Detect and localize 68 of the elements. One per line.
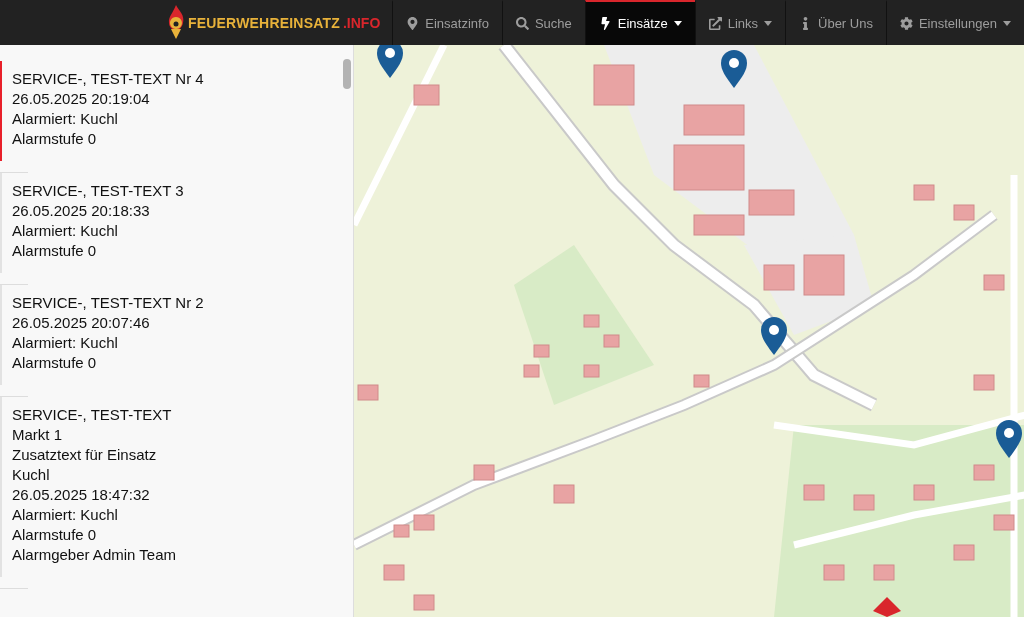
building bbox=[983, 274, 1005, 291]
incident-text: Alarmiert: Kuchl bbox=[12, 505, 119, 525]
building bbox=[473, 464, 495, 481]
lightning-bolt-icon bbox=[598, 17, 612, 30]
incident-text: Alarmstufe 0 bbox=[12, 129, 98, 149]
building bbox=[763, 264, 795, 291]
building bbox=[603, 334, 620, 348]
building bbox=[413, 594, 435, 611]
building bbox=[913, 184, 935, 201]
building bbox=[803, 484, 825, 501]
incident-text: Alarmgeber Admin Team bbox=[12, 545, 177, 565]
building bbox=[823, 564, 845, 581]
map-marker-icon[interactable] bbox=[996, 420, 1022, 458]
map-marker-icon[interactable] bbox=[761, 317, 787, 355]
building bbox=[803, 254, 845, 296]
nav-tab[interactable]: Einsätze bbox=[584, 0, 695, 45]
incident-text: Alarmiert: Kuchl bbox=[12, 333, 119, 353]
incident-text: Alarmstufe 0 bbox=[12, 525, 98, 545]
incident-text: Kuchl bbox=[12, 465, 51, 485]
logo-text: FEUERWEHREINSATZ bbox=[187, 14, 340, 31]
building bbox=[693, 374, 710, 388]
building bbox=[393, 524, 410, 538]
building bbox=[583, 364, 600, 378]
incident-text: Zusatztext für Einsatz bbox=[12, 445, 158, 465]
incident-text: 26.05.2025 20:19:04 bbox=[12, 89, 151, 109]
map-pin-icon bbox=[406, 17, 420, 30]
building bbox=[873, 564, 895, 581]
building bbox=[693, 214, 745, 236]
map-marker-icon[interactable] bbox=[377, 45, 403, 78]
building bbox=[413, 514, 435, 531]
building bbox=[583, 314, 600, 328]
building bbox=[953, 204, 975, 221]
incident-text: Alarmiert: Kuchl bbox=[12, 221, 119, 241]
building bbox=[993, 514, 1015, 531]
building bbox=[553, 484, 575, 504]
incident-text: Alarmstufe 0 bbox=[12, 353, 98, 373]
search-icon bbox=[515, 17, 529, 30]
building bbox=[413, 84, 440, 106]
building bbox=[383, 564, 405, 581]
building bbox=[973, 374, 995, 391]
map-marker-icon[interactable] bbox=[721, 50, 747, 88]
building bbox=[853, 494, 875, 511]
external-link-icon bbox=[708, 17, 722, 30]
incident-text: SERVICE-, TEST-TEXT 3 bbox=[12, 181, 185, 201]
scrollbar-thumb[interactable] bbox=[343, 59, 351, 89]
building bbox=[533, 344, 550, 358]
incident-text: SERVICE-, TEST-TEXT bbox=[12, 405, 173, 425]
flame-pin-icon bbox=[166, 4, 185, 41]
incident-text: SERVICE-, TEST-TEXT Nr 4 bbox=[12, 69, 205, 89]
building bbox=[357, 384, 379, 401]
incident-text: Alarmstufe 0 bbox=[12, 241, 98, 261]
incident-text: 26.05.2025 18:47:32 bbox=[12, 485, 151, 505]
building bbox=[913, 484, 935, 501]
incident-text: SERVICE-, TEST-TEXT Nr 2 bbox=[12, 293, 205, 313]
building bbox=[683, 104, 745, 136]
settings-icon bbox=[899, 17, 913, 30]
building bbox=[973, 464, 995, 481]
building bbox=[953, 544, 975, 561]
building bbox=[593, 64, 635, 106]
incident-text: Alarmiert: Kuchl bbox=[12, 109, 119, 129]
incident-text: 26.05.2025 20:07:46 bbox=[12, 313, 151, 333]
building bbox=[673, 144, 745, 191]
warning-marker-icon[interactable] bbox=[873, 597, 901, 617]
incident-text: Markt 1 bbox=[12, 425, 63, 445]
incident-text: 26.05.2025 20:18:33 bbox=[12, 201, 151, 221]
building bbox=[748, 189, 795, 216]
logo-suffix: .INFO bbox=[342, 14, 381, 31]
building bbox=[523, 364, 540, 378]
